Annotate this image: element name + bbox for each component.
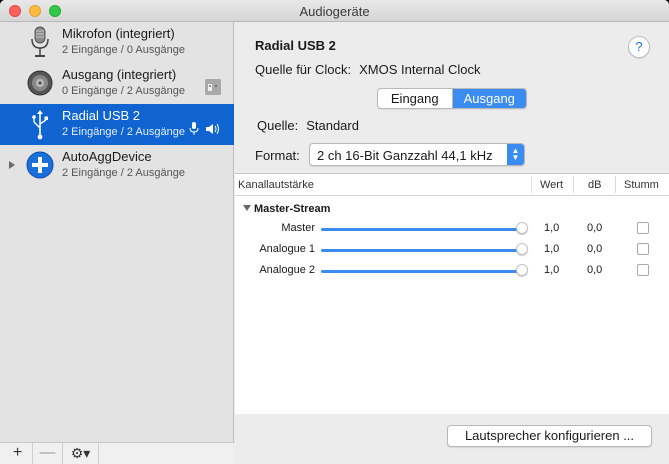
channel-value: 1,0 [544,243,560,255]
sidebar-footer: + — ⚙▾ [0,442,234,464]
channel-db: 0,0 [587,243,603,255]
clock-source: Quelle für Clock: XMOS Internal Clock [255,62,480,77]
channel-value: 1,0 [544,222,560,234]
stream-group-label: Master-Stream [254,203,331,215]
title-bar: Audiogeräte [0,0,669,22]
channel-value: 1,0 [544,264,560,276]
device-title: Radial USB 2 [255,38,336,53]
window-title: Audiogeräte [299,4,370,19]
volume-slider-knob[interactable] [516,264,528,276]
device-name: Radial USB 2 [62,108,141,123]
volume-slider-knob[interactable] [516,243,528,255]
volume-slider-track[interactable] [321,228,521,231]
chevron-updown-icon: ▲ ▼ [507,144,524,165]
stream-group[interactable]: Master-Stream [243,203,330,215]
input-output-default-icon [189,122,219,135]
mute-checkbox[interactable] [637,264,649,276]
help-button[interactable]: ? [628,36,650,58]
disclosure-triangle-icon[interactable] [9,161,15,169]
finder-icon [205,79,221,95]
gear-menu-button[interactable]: ⚙▾ [63,443,99,464]
volume-slider-knob[interactable] [516,222,528,234]
device-detail-panel: Radial USB 2 ? Quelle für Clock: XMOS Int… [235,22,669,464]
remove-device-button[interactable]: — [33,443,63,464]
device-io-count: 2 Eingänge / 2 Ausgänge [62,126,185,138]
tab-ausgang[interactable]: Ausgang [452,89,526,108]
device-name: AutoAggDevice [62,149,152,164]
usb-icon [32,110,48,140]
source: Quelle: Standard [257,118,359,133]
configure-speakers-button[interactable]: Lautsprecher konfigurieren ... [447,425,652,447]
clock-source-value: XMOS Internal Clock [359,62,481,77]
format-value: 2 ch 16-Bit Ganzzahl 44,1 kHz [317,148,493,163]
header-channel-volume[interactable]: Kanallautstärke [238,179,314,191]
channel-db: 0,0 [587,264,603,276]
device-io-count: 2 Eingänge / 2 Ausgänge [62,167,185,179]
mute-checkbox[interactable] [637,243,649,255]
table-row: Analogue 2 1,0 0,0 [235,261,669,282]
channel-label: Analogue 1 [259,243,315,255]
channel-label: Analogue 2 [259,264,315,276]
channel-label: Master [281,222,315,234]
device-item-radial-usb-2[interactable]: Radial USB 2 2 Eingänge / 2 Ausgänge [0,104,234,145]
volume-slider-track[interactable] [321,249,521,252]
tab-eingang[interactable]: Eingang [378,89,453,108]
device-name: Ausgang (integriert) [62,67,177,82]
source-value: Standard [306,118,359,133]
device-io-count: 0 Eingänge / 2 Ausgänge [62,85,185,97]
table-header: Kanallautstärke Wert dB Stumm [235,174,669,196]
channel-volume-table: Kanallautstärke Wert dB Stumm Master-Str… [235,173,669,414]
header-mute[interactable]: Stumm [624,179,659,191]
volume-slider-track[interactable] [321,270,521,273]
column-divider [615,176,616,193]
aggregate-plus-icon [26,151,54,179]
table-row: Master 1,0 0,0 [235,219,669,240]
microphone-icon [31,26,49,57]
audio-devices-window: Audiogeräte Mikrofon (integriert) 2 Eing… [0,0,669,464]
device-item-ausgang[interactable]: Ausgang (integriert) 0 Eingänge / 2 Ausg… [0,63,234,104]
channel-db: 0,0 [587,222,603,234]
device-item-autoaggdevice[interactable]: AutoAggDevice 2 Eingänge / 2 Ausgänge [0,145,234,186]
header-db[interactable]: dB [588,179,601,191]
disclosure-triangle-icon [243,205,251,211]
clock-source-label: Quelle für Clock: [255,62,352,77]
device-io-count: 2 Eingänge / 0 Ausgänge [62,44,185,56]
device-sidebar: Mikrofon (integriert) 2 Eingänge / 0 Aus… [0,22,234,464]
device-item-mikrofon[interactable]: Mikrofon (integriert) 2 Eingänge / 0 Aus… [0,22,234,63]
column-divider [531,176,532,193]
add-device-button[interactable]: + [3,443,33,464]
header-value[interactable]: Wert [540,179,563,191]
input-output-segmented-control: Eingang Ausgang [377,88,527,109]
speaker-icon [27,70,53,96]
source-label: Quelle: [257,118,299,133]
format-label: Format: [255,148,300,163]
format-select[interactable]: 2 ch 16-Bit Ganzzahl 44,1 kHz ▲ ▼ [309,143,525,166]
mute-checkbox[interactable] [637,222,649,234]
column-divider [573,176,574,193]
table-row: Analogue 1 1,0 0,0 [235,240,669,261]
device-name: Mikrofon (integriert) [62,26,175,41]
